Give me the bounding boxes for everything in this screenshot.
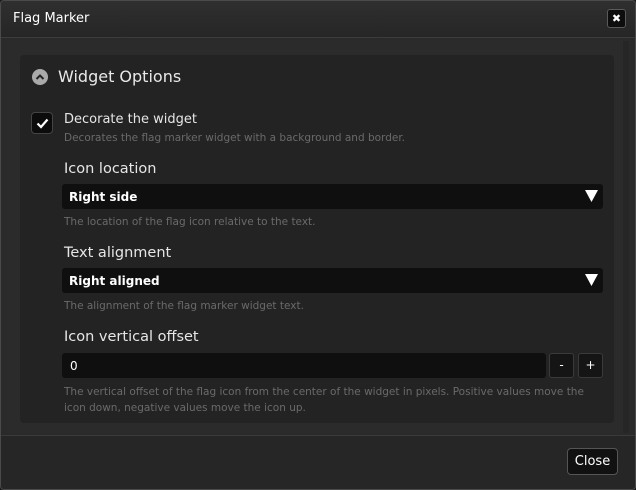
icon-location-value: Right side <box>69 190 138 204</box>
scrollbar[interactable] <box>623 41 629 433</box>
decorate-label[interactable]: Decorate the widget <box>64 112 197 127</box>
icon-offset-input[interactable]: 0 <box>62 353 546 378</box>
decrement-button[interactable]: - <box>549 353 574 378</box>
text-alignment-label: Text alignment <box>64 245 172 261</box>
chevron-up-icon[interactable] <box>32 69 48 85</box>
dropdown-arrow-icon <box>585 190 598 202</box>
increment-button[interactable]: + <box>578 353 603 378</box>
icon-offset-description: The vertical offset of the flag icon fro… <box>64 386 584 414</box>
widget-options-section: Widget Options Decorate the widget Decor… <box>20 55 614 423</box>
text-alignment-value: Right aligned <box>69 274 160 288</box>
dropdown-arrow-icon <box>585 274 598 286</box>
dialog-footer: Close <box>1 435 635 489</box>
flag-marker-dialog: Flag Marker ✖ Widget Options Decorate th… <box>0 0 636 490</box>
icon-location-select[interactable]: Right side <box>62 184 603 209</box>
close-icon-button[interactable]: ✖ <box>607 9 626 28</box>
section-title: Widget Options <box>58 67 182 86</box>
decorate-checkbox[interactable] <box>31 112 53 134</box>
icon-location-description: The location of the flag icon relative t… <box>64 216 316 228</box>
icon-offset-value: 0 <box>70 359 78 373</box>
decorate-description: Decorates the flag marker widget with a … <box>64 132 406 144</box>
dialog-title: Flag Marker <box>13 11 90 26</box>
checkmark-icon <box>36 118 49 129</box>
icon-offset-label: Icon vertical offset <box>64 329 199 345</box>
icon-location-label: Icon location <box>64 161 157 177</box>
title-bar: Flag Marker ✖ <box>1 1 635 38</box>
dialog-body: Widget Options Decorate the widget Decor… <box>7 41 629 433</box>
text-alignment-description: The alignment of the flag marker widget … <box>64 300 304 312</box>
close-button[interactable]: Close <box>567 448 618 475</box>
text-alignment-select[interactable]: Right aligned <box>62 268 603 293</box>
